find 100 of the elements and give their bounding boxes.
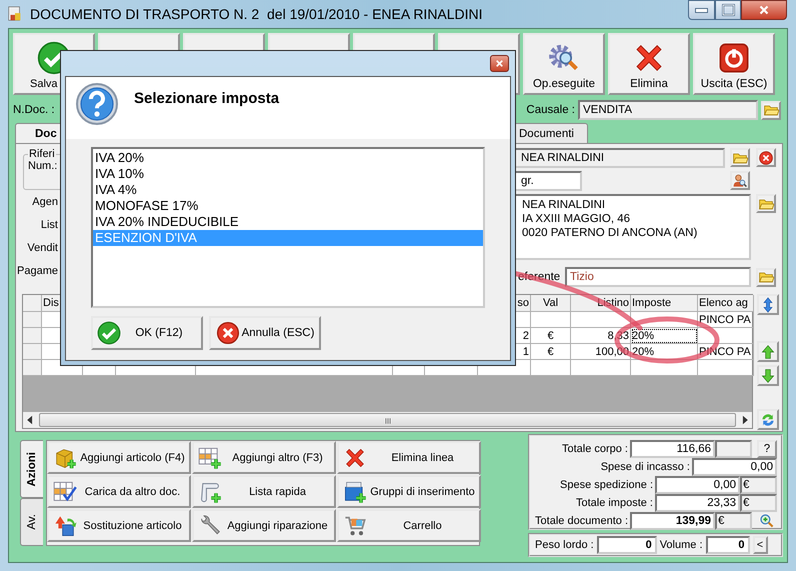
action-button[interactable]: Sostituzione articolo — [47, 509, 191, 542]
volume-field[interactable]: 0 — [706, 536, 750, 554]
currency-field: € — [715, 512, 752, 530]
down-arrow-icon — [760, 368, 776, 384]
folder-button[interactable] — [730, 148, 750, 167]
table-cell[interactable]: 20% — [631, 344, 698, 360]
action-button[interactable]: Gruppi di inserimento — [337, 475, 481, 508]
action-button[interactable]: Carrello — [337, 509, 481, 542]
close-icon — [215, 320, 241, 346]
list-item[interactable]: IVA 10% — [93, 166, 483, 182]
tab[interactable]: Av. — [20, 498, 43, 546]
column-header[interactable]: Imposte — [631, 295, 698, 312]
cancel-button[interactable]: Annulla (ESC) — [209, 316, 321, 350]
action-button[interactable]: Elimina linea — [337, 441, 481, 474]
customer-field[interactable]: NEA RINALDINI — [514, 148, 725, 168]
table-cell[interactable] — [698, 328, 754, 344]
folder-button[interactable] — [756, 194, 776, 213]
person-search-icon — [732, 172, 748, 188]
address-box[interactable]: NEA RINALDINI IA XXIII MAGGIO, 46 0020 PATERNO DI ANCONA (AN) — [514, 194, 751, 260]
move-down-button[interactable] — [757, 365, 779, 386]
move-up-button[interactable] — [757, 341, 779, 362]
wrench-icon — [198, 514, 222, 538]
tab[interactable]: Azioni — [20, 440, 43, 498]
minimize-icon — [695, 8, 708, 12]
zoom-in-icon — [759, 513, 775, 529]
row-header[interactable] — [23, 328, 42, 344]
table-cell[interactable]: PINCO PA — [698, 344, 754, 360]
maximize-icon — [722, 4, 734, 16]
total-label: Totale documento : — [534, 515, 629, 527]
field-label: Agen — [32, 196, 58, 208]
weight-field[interactable]: 0 — [596, 536, 657, 554]
help-button[interactable]: ? — [757, 440, 777, 458]
table-cell[interactable]: 8,33 — [571, 328, 631, 344]
total-value: 0,00 — [692, 458, 777, 476]
check-icon — [97, 321, 121, 345]
causale-field[interactable]: VENDITA — [578, 100, 758, 120]
row-header[interactable] — [23, 312, 42, 328]
title-field[interactable]: gr. — [514, 171, 582, 191]
action-button[interactable]: Aggiungi articolo (F4) — [47, 441, 191, 474]
maximize-button[interactable] — [715, 0, 741, 20]
move-button[interactable] — [757, 294, 779, 315]
table-cell[interactable] — [631, 312, 698, 328]
referente-field[interactable]: Tizio — [565, 267, 751, 287]
ok-button[interactable]: OK (F12) — [91, 316, 203, 350]
swap-arrows-icon — [53, 514, 77, 538]
table-cell[interactable]: 20% — [631, 328, 698, 344]
table-cell[interactable] — [631, 360, 698, 376]
table-cell[interactable]: PINCO PA — [698, 312, 754, 328]
total-value: 139,99 — [630, 512, 715, 530]
folder-button[interactable] — [756, 268, 776, 286]
folder-button[interactable] — [761, 100, 781, 120]
close-icon — [757, 3, 771, 17]
table-cell[interactable]: € — [531, 344, 571, 360]
table-cell[interactable] — [571, 312, 631, 328]
toolbar-button[interactable]: Uscita (ESC) — [693, 33, 775, 95]
table-cell[interactable]: € — [531, 328, 571, 344]
close-icon — [758, 150, 774, 166]
value-field — [715, 440, 752, 458]
collapse-button[interactable]: < — [752, 536, 768, 554]
column-header[interactable]: Elenco ag — [698, 295, 754, 312]
list-item[interactable]: IVA 20% — [93, 150, 483, 166]
list-item[interactable]: MONOFASE 17% — [93, 198, 483, 214]
action-button[interactable]: Lista rapida — [192, 475, 336, 508]
table-cell[interactable]: 100,00 — [571, 344, 631, 360]
question-icon — [75, 82, 119, 126]
field-label: Pagame — [17, 264, 58, 276]
grid-plus-icon — [198, 446, 222, 470]
table-cell[interactable] — [698, 360, 754, 376]
action-button[interactable]: Aggiungi riparazione — [192, 509, 336, 542]
table-cell[interactable] — [571, 360, 631, 376]
address-line: IA XXIII MAGGIO, 46 — [522, 212, 632, 226]
close-button[interactable] — [490, 55, 509, 72]
column-header[interactable]: Val — [531, 295, 571, 312]
toolbar-button[interactable]: Elimina — [608, 33, 690, 95]
remove-button[interactable] — [756, 148, 776, 167]
action-button[interactable]: Aggiungi altro (F3) — [192, 441, 336, 474]
power-icon — [717, 41, 751, 75]
close-button[interactable] — [741, 0, 787, 20]
row-header[interactable] — [23, 360, 42, 376]
table-cell[interactable] — [531, 312, 571, 328]
table-cell[interactable] — [531, 360, 571, 376]
list-item[interactable]: IVA 4% — [93, 182, 483, 198]
dialog-heading: Selezionare imposta — [134, 90, 280, 107]
total-label: Spese di incasso : — [600, 461, 691, 473]
field-label: Num.: — [28, 160, 58, 172]
currency-field: € — [740, 476, 777, 494]
minimize-button[interactable] — [688, 0, 715, 20]
horizontal-scrollbar[interactable] — [23, 412, 752, 428]
toolbar-button[interactable]: Op.eseguite — [523, 33, 605, 95]
address-line: 0020 PATERNO DI ANCONA (AN) — [522, 226, 698, 240]
list-item[interactable]: IVA 20% INDEDUCIBILE — [93, 214, 483, 230]
address-line: NEA RINALDINI — [522, 198, 606, 212]
cart-icon — [343, 514, 367, 538]
action-button[interactable]: Carica da altro doc. — [47, 475, 191, 508]
window-title: DOCUMENTO DI TRASPORTO N. 2 del 19/01/2010 - ENEA RINALDINI — [30, 6, 483, 22]
row-header[interactable] — [23, 344, 42, 360]
total-label: Totale corpo : — [560, 443, 629, 455]
search-button[interactable] — [730, 171, 750, 190]
field-label: Causale : — [526, 104, 575, 116]
refresh-button[interactable] — [757, 409, 779, 430]
